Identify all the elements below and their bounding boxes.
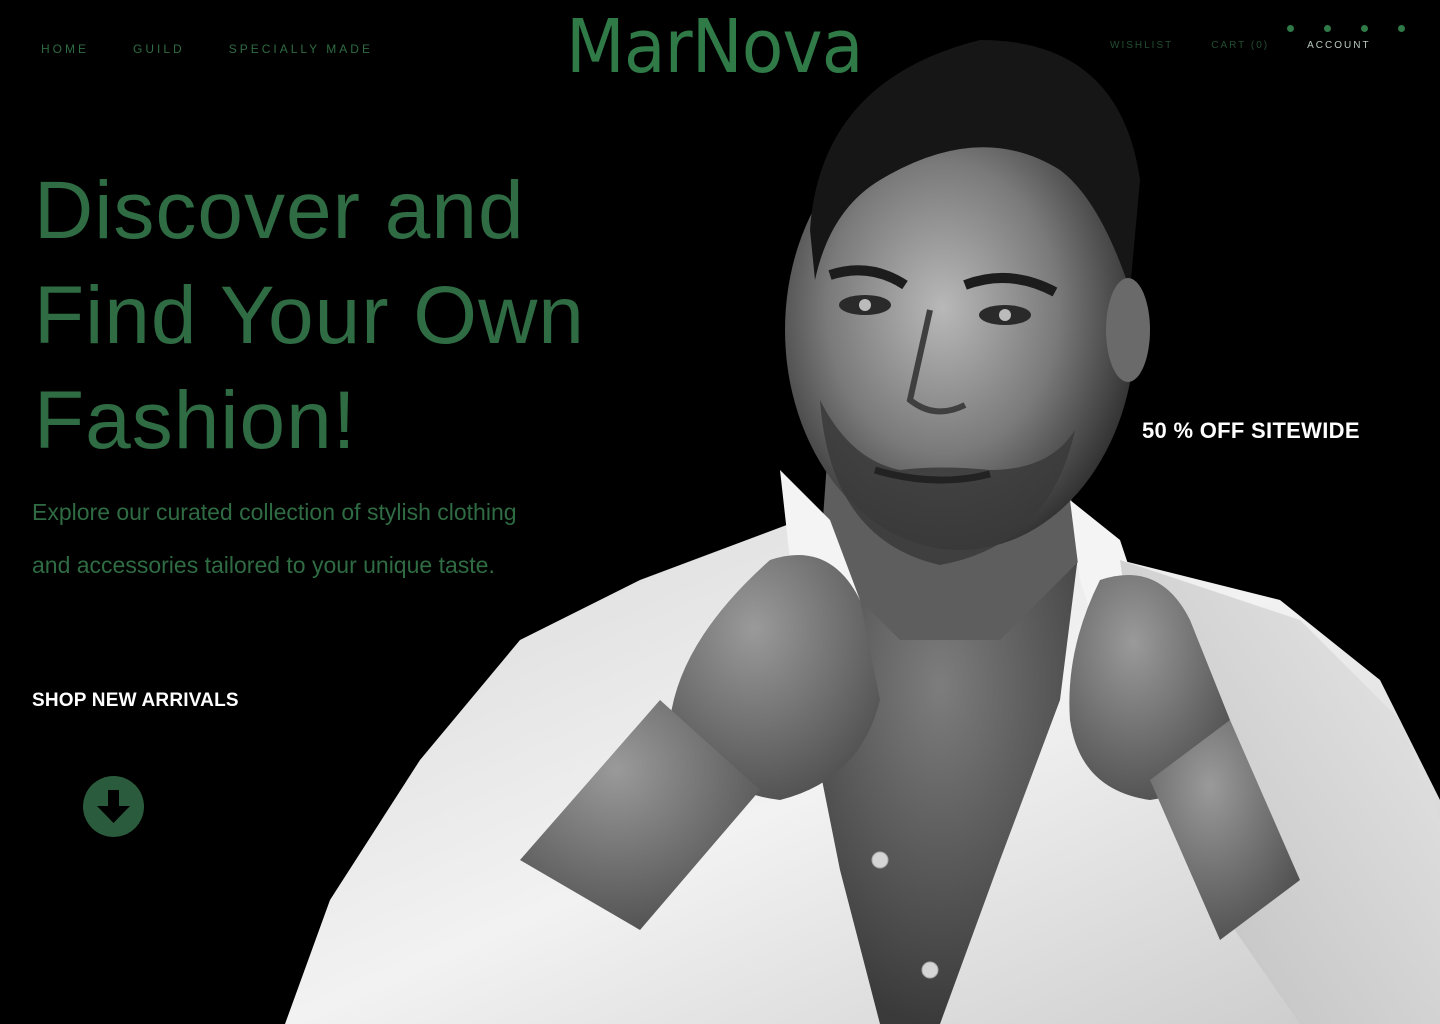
cart-link[interactable]: CART (0) — [1211, 40, 1269, 51]
hero-headline: Discover and Find Your Own Fashion! — [34, 158, 754, 473]
utility-nav: WISHLIST CART (0) ACCOUNT — [1110, 40, 1371, 51]
account-link[interactable]: ACCOUNT — [1307, 40, 1370, 51]
carousel-dot[interactable] — [1398, 25, 1405, 32]
main-nav: HOME GUILD SPECIALLY MADE — [41, 42, 373, 56]
wishlist-link[interactable]: WISHLIST — [1110, 40, 1173, 51]
arrow-down-icon — [97, 790, 130, 823]
carousel-dot[interactable] — [1324, 25, 1331, 32]
hero-headline-line: Fashion! — [34, 375, 357, 466]
carousel-dot[interactable] — [1361, 25, 1368, 32]
carousel-dot[interactable] — [1287, 25, 1294, 32]
shop-new-arrivals-button[interactable]: SHOP NEW ARRIVALS — [32, 690, 239, 712]
carousel-dots — [1287, 25, 1405, 32]
scroll-down-button[interactable] — [83, 776, 144, 837]
nav-home-link[interactable]: HOME — [41, 42, 89, 56]
brand-logo[interactable]: MarNova — [566, 10, 864, 84]
hero-headline-line: Discover and — [34, 165, 525, 256]
hero-headline-line: Find Your Own — [34, 270, 585, 361]
nav-guild-link[interactable]: GUILD — [133, 42, 185, 56]
promo-banner: 50 % OFF SITEWIDE — [1142, 418, 1360, 443]
nav-specially-made-link[interactable]: SPECIALLY MADE — [229, 42, 373, 56]
hero-subtitle: Explore our curated collection of stylis… — [32, 499, 517, 578]
